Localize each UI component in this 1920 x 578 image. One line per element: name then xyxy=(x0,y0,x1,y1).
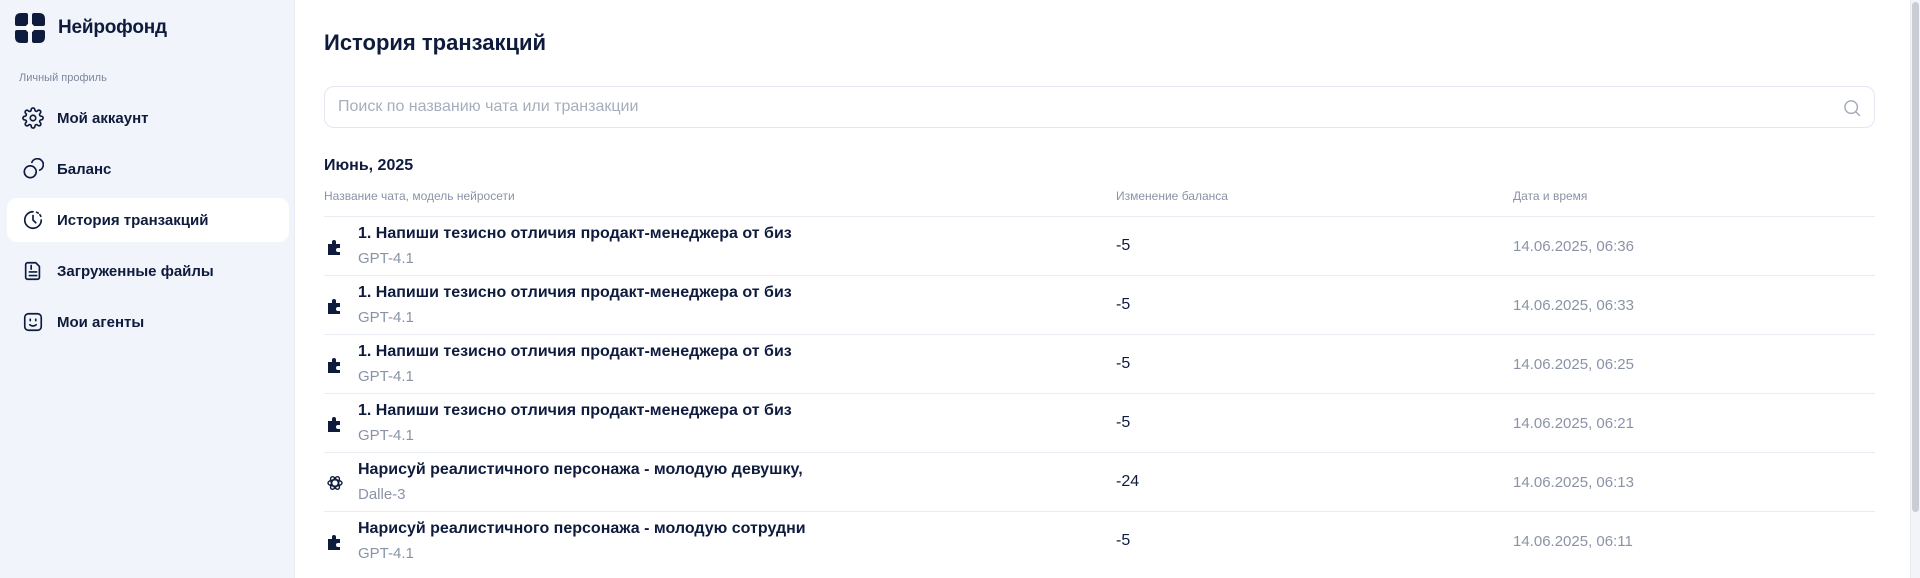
main-content: История транзакций Июнь, 2025 Название ч… xyxy=(296,0,1910,578)
puzzle-icon xyxy=(328,417,340,432)
puzzle-icon xyxy=(328,299,340,314)
column-header-name: Название чата, модель нейросети xyxy=(324,189,515,203)
gear-icon xyxy=(21,106,45,130)
section-label: Личный профиль xyxy=(19,72,107,84)
datetime: 14.06.2025, 06:25 xyxy=(1513,356,1634,373)
sidebar-item-agents[interactable]: Мои агенты xyxy=(7,300,289,344)
chat-title: 1. Напиши тезисно отличия продакт-менедж… xyxy=(358,402,792,419)
agent-icon xyxy=(21,310,45,334)
chat-title: Нарисуй реалистичного персонажа - молоду… xyxy=(358,461,803,478)
file-icon xyxy=(21,259,45,283)
sidebar-item-label: Баланс xyxy=(57,160,112,178)
transactions-table: 1. Напиши тезисно отличия продакт-менедж… xyxy=(324,216,1875,570)
table-row[interactable]: Нарисуй реалистичного персонажа - молоду… xyxy=(324,511,1875,570)
sidebar-item-files[interactable]: Загруженные файлы xyxy=(7,249,289,293)
model-name: GPT-4.1 xyxy=(358,545,414,562)
sidebar: Нейрофонд Личный профиль Мой аккаунт Бал… xyxy=(0,0,295,578)
brand-name: Нейрофонд xyxy=(58,17,167,38)
sidebar-item-label: Мой аккаунт xyxy=(57,109,149,127)
datetime: 14.06.2025, 06:21 xyxy=(1513,415,1634,432)
puzzle-icon xyxy=(328,535,340,550)
sidebar-item-label: Мои агенты xyxy=(57,313,145,331)
model-name: GPT-4.1 xyxy=(358,250,414,267)
datetime: 14.06.2025, 06:11 xyxy=(1513,533,1633,550)
sidebar-item-account[interactable]: Мой аккаунт xyxy=(7,96,289,140)
page-title: История транзакций xyxy=(324,30,547,55)
datetime: 14.06.2025, 06:13 xyxy=(1513,474,1634,491)
history-icon xyxy=(21,208,45,232)
datetime: 14.06.2025, 06:33 xyxy=(1513,297,1634,314)
chat-title: 1. Напиши тезисно отличия продакт-менедж… xyxy=(358,225,792,242)
chat-title: 1. Напиши тезисно отличия продакт-менедж… xyxy=(358,343,792,360)
balance-change: -5 xyxy=(1116,355,1131,372)
openai-icon xyxy=(327,476,343,490)
logo-icon xyxy=(15,13,45,43)
balance-change: -5 xyxy=(1116,296,1131,313)
balance-change: -5 xyxy=(1116,414,1131,431)
chat-title: 1. Напиши тезисно отличия продакт-менедж… xyxy=(358,284,792,301)
table-row[interactable]: Нарисуй реалистичного персонажа - молоду… xyxy=(324,452,1875,511)
scrollbar-thumb[interactable] xyxy=(1912,2,1919,512)
balance-change: -5 xyxy=(1116,532,1131,549)
search-input[interactable] xyxy=(325,87,1805,127)
coins-icon xyxy=(21,157,45,181)
sidebar-item-label: Загруженные файлы xyxy=(57,262,214,280)
balance-change: -5 xyxy=(1116,237,1131,254)
chat-title: Нарисуй реалистичного персонажа - молоду… xyxy=(358,520,806,537)
model-name: GPT-4.1 xyxy=(358,427,414,444)
model-name: Dalle-3 xyxy=(358,486,406,503)
model-name: GPT-4.1 xyxy=(358,309,414,326)
model-name: GPT-4.1 xyxy=(358,368,414,385)
sidebar-nav: Мой аккаунт Баланс История транзакций За… xyxy=(7,96,289,351)
search-icon[interactable] xyxy=(1842,98,1862,118)
table-row[interactable]: 1. Напиши тезисно отличия продакт-менедж… xyxy=(324,275,1875,334)
table-row[interactable]: 1. Напиши тезисно отличия продакт-менедж… xyxy=(324,334,1875,393)
table-row[interactable]: 1. Напиши тезисно отличия продакт-менедж… xyxy=(324,393,1875,452)
scrollbar[interactable] xyxy=(1910,0,1920,578)
search-box xyxy=(324,86,1875,128)
column-header-date: Дата и время xyxy=(1513,189,1588,203)
sidebar-item-label: История транзакций xyxy=(57,211,209,229)
sidebar-item-balance[interactable]: Баланс xyxy=(7,147,289,191)
group-title: Июнь, 2025 xyxy=(324,157,414,174)
datetime: 14.06.2025, 06:36 xyxy=(1513,238,1634,255)
puzzle-icon xyxy=(328,240,340,255)
table-row[interactable]: 1. Напиши тезисно отличия продакт-менедж… xyxy=(324,216,1875,275)
sidebar-item-history[interactable]: История транзакций xyxy=(7,198,289,242)
puzzle-icon xyxy=(328,358,340,373)
balance-change: -24 xyxy=(1116,473,1140,490)
logo[interactable]: Нейрофонд xyxy=(13,11,167,45)
column-header-change: Изменение баланса xyxy=(1116,189,1228,203)
